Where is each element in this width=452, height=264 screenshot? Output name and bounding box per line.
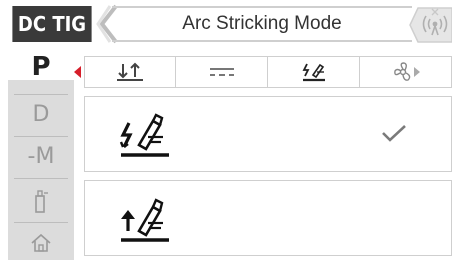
sidebar-item-label: D <box>32 101 50 127</box>
sidebar-item-home[interactable] <box>8 226 74 260</box>
sidebar-divider <box>14 136 68 137</box>
option-hf-arc-start[interactable] <box>84 96 452 172</box>
header-bar: DC TIG Arc Stricking Mode <box>0 0 452 48</box>
hf-arc-start-icon <box>119 113 169 157</box>
sidebar-item-d[interactable]: D <box>8 98 74 130</box>
hf-arc-start-icon <box>302 63 325 82</box>
sidebar-item-m[interactable]: -M <box>8 140 74 172</box>
dc-current-icon <box>209 68 234 76</box>
mode-badge: DC TIG <box>12 6 92 42</box>
sidebar-divider <box>14 178 68 179</box>
sidebar-divider <box>14 94 68 95</box>
sidebar: P D -M <box>8 52 74 260</box>
home-icon <box>31 233 51 252</box>
sidebar-item-torch[interactable] <box>8 184 74 218</box>
wireless-remote-icon <box>409 7 452 43</box>
wireless-remote-button[interactable] <box>408 4 452 44</box>
fan-icon <box>393 62 420 81</box>
option-lift-arc-start[interactable] <box>84 180 452 256</box>
torch-icon <box>35 190 48 213</box>
tab-cooling[interactable] <box>360 56 452 88</box>
page-title: Arc Stricking Mode <box>112 6 412 42</box>
pulse-polarity-icon <box>117 62 143 81</box>
tab-dc[interactable] <box>176 56 268 88</box>
tab-bar <box>84 56 452 88</box>
tab-arc-start[interactable] <box>268 56 360 88</box>
checkmark-icon <box>382 125 406 142</box>
sidebar-item-label: P <box>31 52 51 82</box>
sidebar-divider <box>14 222 68 223</box>
lift-arc-start-icon <box>121 198 169 242</box>
tab-pulse[interactable] <box>84 56 176 88</box>
active-indicator <box>74 66 81 78</box>
sidebar-item-label: -M <box>27 143 55 169</box>
sidebar-item-p[interactable]: P <box>8 52 74 82</box>
